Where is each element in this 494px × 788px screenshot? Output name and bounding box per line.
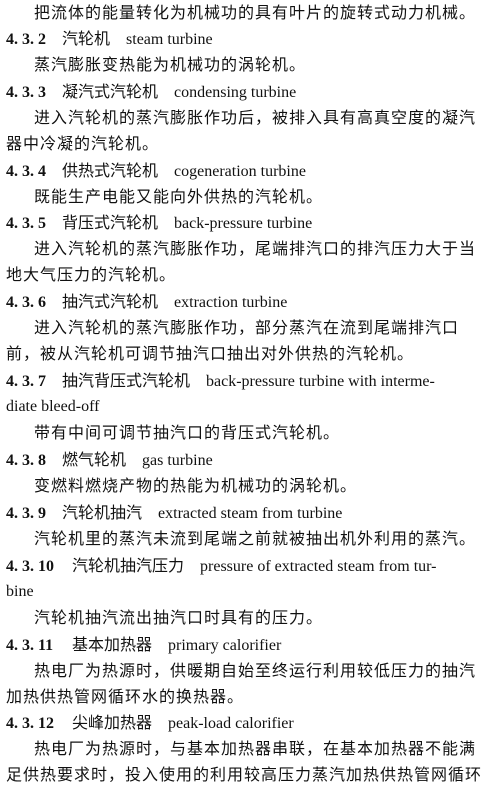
term-english: extracted steam from turbine [158, 505, 343, 522]
term-heading: 4. 3. 8 燃气轮机 gas turbine [6, 447, 213, 474]
term-english: extraction turbine [174, 294, 288, 311]
document-page: 把流体的能量转化为机械功的具有叶片的旋转式动力机械。 4. 3. 2 汽轮机 ste… [0, 0, 494, 788]
term-number: 4. 3. 12 [6, 715, 54, 732]
term-number: 4. 3. 7 [6, 373, 46, 390]
term-chinese: 汽轮机 [62, 29, 111, 48]
term-chinese: 供热式汽轮机 [62, 161, 159, 180]
definition-text: 进入汽轮机的蒸汽膨胀作功，尾端排汽口的排汽压力大于当 [34, 239, 477, 258]
term-number: 4. 3. 8 [6, 452, 46, 469]
term-english: back-pressure turbine [174, 215, 313, 232]
term-english: peak-load calorifier [168, 715, 294, 732]
term-chinese: 燃气轮机 [62, 450, 127, 469]
definition-text: 把流体的能量转化为机械功的具有叶片的旋转式动力机械。 [34, 3, 477, 22]
term-chinese: 抽汽式汽轮机 [62, 292, 159, 311]
definition-text: 前，被从汽轮机可调节抽汽口抽出对外供热的汽轮机。 [6, 344, 415, 363]
definition-text: 加热供热管网循环水的换热器。 [6, 687, 245, 706]
definition-text: 足供热要求时，投入使用的利用较高压力蒸汽加热供热管网循环 [6, 765, 483, 784]
term-number: 4. 3. 3 [6, 84, 46, 101]
term-heading: 4. 3. 2 汽轮机 steam turbine [6, 26, 213, 53]
term-chinese: 基本加热器 [72, 635, 153, 654]
definition-text: 带有中间可调节抽汽口的背压式汽轮机。 [34, 423, 341, 442]
definition-text: 汽轮机抽汽流出抽汽口时具有的压力。 [34, 608, 324, 627]
term-chinese: 凝汽式汽轮机 [62, 82, 159, 101]
definition-text: 既能生产电能又能向外供热的汽轮机。 [34, 187, 324, 206]
term-english: gas turbine [142, 452, 213, 469]
term-number: 4. 3. 9 [6, 505, 46, 522]
term-heading: 4. 3. 9 汽轮机抽汽 extracted steam from turbine [6, 500, 342, 527]
definition-text: 进入汽轮机的蒸汽膨胀作功，部分蒸汽在流到尾端排汽口 [34, 318, 460, 337]
term-number: 4. 3. 6 [6, 294, 46, 311]
term-chinese: 背压式汽轮机 [62, 213, 159, 232]
term-english-continued: bine [6, 583, 34, 600]
definition-text: 进入汽轮机的蒸汽膨胀作功后，被排入具有高真空度的凝汽 [34, 108, 477, 127]
term-heading: 4. 3. 5 背压式汽轮机 back-pressure turbine [6, 210, 312, 237]
term-chinese: 汽轮机抽汽 [62, 503, 143, 522]
term-chinese: 抽汽背压式汽轮机 [62, 371, 191, 390]
term-number: 4. 3. 10 [6, 558, 54, 575]
definition-text: 汽轮机里的蒸汽未流到尾端之前就被抽出机外利用的蒸汽。 [34, 529, 477, 548]
term-english: back-pressure turbine with interme- [206, 373, 435, 390]
term-english: pressure of extracted steam from tur- [200, 558, 437, 575]
term-number: 4. 3. 2 [6, 31, 46, 48]
term-heading: 4. 3. 6 抽汽式汽轮机 extraction turbine [6, 289, 287, 316]
definition-text: 热电厂为热源时，与基本加热器串联，在基本加热器不能满 [34, 739, 477, 758]
definition-text: 变燃料燃烧产物的热能为机械功的涡轮机。 [34, 476, 358, 495]
term-chinese: 汽轮机抽汽压力 [72, 556, 185, 575]
definition-text: 蒸汽膨胀变热能为机械功的涡轮机。 [34, 55, 307, 74]
term-english-continued: diate bleed-off [6, 398, 100, 415]
term-heading: 4. 3. 11 基本加热器 primary calorifier [6, 632, 281, 659]
term-number: 4. 3. 4 [6, 163, 46, 180]
term-heading: 4. 3. 3 凝汽式汽轮机 condensing turbine [6, 79, 296, 106]
term-heading: 4. 3. 10 汽轮机抽汽压力 pressure of extracted ste… [6, 553, 436, 580]
definition-text: 热电厂为热源时，供暖期自始至终运行利用较低压力的抽汽 [34, 661, 477, 680]
term-chinese: 尖峰加热器 [72, 713, 153, 732]
term-english: condensing turbine [174, 84, 297, 101]
term-number: 4. 3. 11 [6, 637, 54, 654]
term-heading: 4. 3. 7 抽汽背压式汽轮机 back-pressure turbine wit… [6, 368, 435, 395]
term-english: steam turbine [126, 31, 213, 48]
term-english: primary calorifier [168, 637, 282, 654]
term-heading: 4. 3. 4 供热式汽轮机 cogeneration turbine [6, 158, 306, 185]
definition-text: 地大气压力的汽轮机。 [6, 265, 177, 284]
term-heading: 4. 3. 12 尖峰加热器 peak-load calorifier [6, 710, 294, 737]
term-number: 4. 3. 5 [6, 215, 46, 232]
term-english: cogeneration turbine [174, 163, 306, 180]
definition-text: 器中冷凝的汽轮机。 [6, 134, 160, 153]
